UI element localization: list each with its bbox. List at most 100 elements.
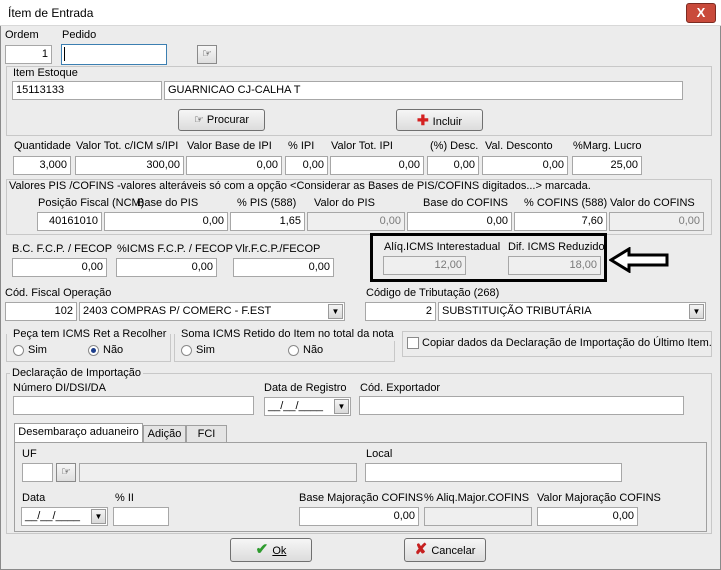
valor-majoracao-input[interactable]: 0,00 <box>537 507 638 526</box>
hand-pointer-icon: ☞ <box>61 466 71 478</box>
aliq-icms-inter-input[interactable]: 12,00 <box>383 256 466 275</box>
base-majoracao-input[interactable]: 0,00 <box>299 507 419 526</box>
pis-cofins-caption: Valores PIS /COFINS -valores alteráveis … <box>9 180 591 192</box>
declaracao-label: Declaração de Importação <box>10 367 144 380</box>
icms-ret-sim-radio[interactable] <box>13 345 24 356</box>
pct-cofins-input[interactable]: 7,60 <box>514 212 607 231</box>
quantidade-input[interactable]: 3,000 <box>13 156 71 175</box>
val-desconto-input[interactable]: 0,00 <box>482 156 568 175</box>
uf-input[interactable] <box>22 463 53 482</box>
val-desconto-label: Val. Desconto <box>485 140 553 152</box>
local-label: Local <box>366 448 393 460</box>
valor-base-ipi-label: Valor Base de IPI <box>187 140 272 152</box>
dif-icms-reduzido-label: Dif. ICMS Reduzido <box>508 241 605 253</box>
valor-pis-input[interactable]: 0,00 <box>307 212 405 231</box>
bc-fcp-label: B.C. F.C.P. / FECOP <box>12 243 113 255</box>
cfop-code-input[interactable]: 102 <box>5 302 77 321</box>
cancelar-label: Cancelar <box>431 545 476 557</box>
vlr-fcp-label: Vlr.F.C.P./FECOP <box>235 243 321 255</box>
pedido-search-button[interactable]: ☞ <box>197 45 217 64</box>
uf-search-button[interactable]: ☞ <box>56 463 76 482</box>
pct-ii-input[interactable] <box>113 507 169 526</box>
item-code-input[interactable]: 15113133 <box>12 81 162 100</box>
valor-tot-icm-label: Valor Tot. c/ICM s/IPI <box>76 140 179 152</box>
pct-desc-input[interactable]: 0,00 <box>427 156 479 175</box>
pct-pis-label: % PIS (588) <box>237 197 297 209</box>
marg-lucro-input[interactable]: 25,00 <box>572 156 642 175</box>
pedido-input[interactable] <box>61 44 167 65</box>
ordem-input[interactable]: 1 <box>5 45 52 64</box>
valor-base-ipi-input[interactable]: 0,00 <box>186 156 282 175</box>
pct-ipi-label: % IPI <box>288 140 315 152</box>
pct-pis-input[interactable]: 1,65 <box>230 212 305 231</box>
tributacao-select[interactable]: SUBSTITUIÇÃO TRIBUTÁRIA ▼ <box>438 302 706 321</box>
numero-di-label: Número DI/DSI/DA <box>13 382 106 394</box>
valor-cofins-input[interactable]: 0,00 <box>609 212 704 231</box>
base-pis-input[interactable]: 0,00 <box>104 212 228 231</box>
pct-icms-fcp-input[interactable]: 0,00 <box>116 258 217 277</box>
soma-icms-sim-radio[interactable] <box>181 345 192 356</box>
text-cursor <box>64 47 65 61</box>
copiar-checkbox[interactable] <box>407 337 419 349</box>
tab-adicao[interactable]: Adição <box>143 425 186 443</box>
plus-icon: ✚ <box>417 112 433 128</box>
ok-label: Ok <box>272 545 287 557</box>
item-estoque-label: Item Estoque <box>13 67 78 79</box>
aliq-icms-inter-label: Alíq.ICMS Interestadual <box>384 241 501 253</box>
close-icon: X <box>696 5 706 20</box>
chevron-down-icon: ▼ <box>334 399 349 414</box>
tributacao-code-input[interactable]: 2 <box>365 302 436 321</box>
tributacao-label: Código de Tributação (268) <box>366 287 500 299</box>
numero-di-input[interactable] <box>13 396 254 415</box>
data-registro-picker[interactable]: __/__/____ ▼ <box>264 397 351 416</box>
valor-tot-icm-input[interactable]: 300,00 <box>75 156 184 175</box>
ordem-label: Ordem <box>5 29 39 41</box>
tab-adicao-label: Adição <box>147 428 182 440</box>
data-picker[interactable]: __/__/____ ▼ <box>21 507 108 526</box>
tab-fci[interactable]: FCI <box>186 425 227 443</box>
ok-button[interactable]: ✔ Ok <box>230 538 312 562</box>
marg-lucro-label: %Marg. Lucro <box>573 140 642 152</box>
bc-fcp-input[interactable]: 0,00 <box>12 258 107 277</box>
close-button[interactable]: X <box>686 3 716 23</box>
cfop-select[interactable]: 2403 COMPRAS P/ COMERC - F.EST ▼ <box>79 302 345 321</box>
quantidade-label: Quantidade <box>14 140 71 152</box>
cancelar-button[interactable]: ✘ Cancelar <box>404 538 486 562</box>
data-registro-label: Data de Registro <box>264 382 347 394</box>
base-cofins-input[interactable]: 0,00 <box>407 212 512 231</box>
pct-ii-label: % II <box>115 492 134 504</box>
pct-cofins-label: % COFINS (588) <box>524 197 608 209</box>
aliq-majoracao-label: % Aliq.Major.COFINS <box>424 492 530 504</box>
soma-icms-nao-radio[interactable] <box>288 345 299 356</box>
valor-tot-ipi-input[interactable]: 0,00 <box>330 156 424 175</box>
ncm-input[interactable]: 40161010 <box>37 212 102 231</box>
pedido-label: Pedido <box>62 29 97 41</box>
hand-pointer-icon: ☞ <box>193 114 207 126</box>
base-pis-label: Base do PIS <box>137 197 199 209</box>
vlr-fcp-input[interactable]: 0,00 <box>233 258 334 277</box>
chevron-down-icon: ▼ <box>91 509 106 524</box>
dif-icms-reduzido-input[interactable]: 18,00 <box>508 256 601 275</box>
pct-ipi-input[interactable]: 0,00 <box>285 156 328 175</box>
left-arrow-icon <box>609 247 669 273</box>
local-input[interactable] <box>365 463 622 482</box>
tab-desembaraco[interactable]: Desembaraço aduaneiro <box>14 423 143 443</box>
base-cofins-label: Base do COFINS <box>423 197 508 209</box>
tributacao-selected-value: SUBSTITUIÇÃO TRIBUTÁRIA <box>442 305 592 317</box>
incluir-button[interactable]: ✚ Incluir <box>396 109 483 131</box>
exportador-label: Cód. Exportador <box>360 382 441 394</box>
pct-icms-fcp-label: %ICMS F.C.P. / FECOP <box>117 243 233 255</box>
exportador-input[interactable] <box>359 396 684 415</box>
check-icon: ✔ <box>255 541 273 558</box>
icms-ret-label: Peça tem ICMS Ret a Recolher <box>11 328 169 341</box>
data-label: Data <box>22 492 46 504</box>
incluir-label: Incluir <box>432 116 462 128</box>
icms-ret-sim-label: Sim <box>28 344 47 356</box>
item-description-input[interactable]: GUARNICAO CJ-CALHA T <box>164 81 683 100</box>
tab-desembaraco-label: Desembaraço aduaneiro <box>18 426 139 438</box>
cfop-selected-value: 2403 COMPRAS P/ COMERC - F.EST <box>83 305 272 317</box>
aliq-majoracao-input[interactable] <box>424 507 532 526</box>
chevron-down-icon: ▼ <box>328 304 343 319</box>
procurar-button[interactable]: ☞ Procurar <box>178 109 265 131</box>
icms-ret-nao-radio[interactable] <box>88 345 99 356</box>
